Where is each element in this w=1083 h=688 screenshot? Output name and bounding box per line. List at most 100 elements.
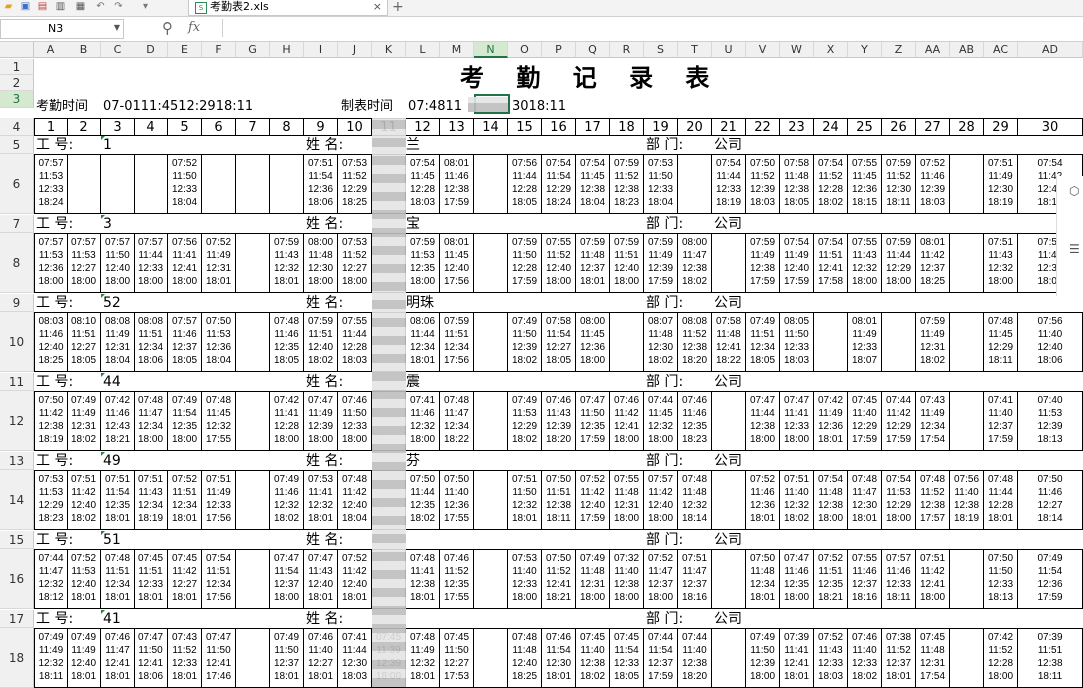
punch-cell[interactable]: 07:59 11:43 12:32 18:01 [270,233,304,293]
print-preview-icon[interactable]: ▦ [75,1,86,12]
punch-cell[interactable]: 07:42 11:49 12:36 18:01 [814,391,848,451]
punch-cell[interactable]: 07:51 11:50 12:32 18:01 [508,470,542,530]
punch-cell[interactable]: 07:50 11:48 12:34 18:01 [746,549,780,609]
column-header-l[interactable]: L [406,42,440,58]
column-header-q[interactable]: Q [576,42,610,58]
column-header-u[interactable]: U [712,42,746,58]
punch-cell[interactable]: 07:54 11:54 12:29 18:24 [542,154,576,214]
punch-cell[interactable] [474,154,508,214]
punch-cell[interactable]: 07:56 11:40 12:40 18:06 [1018,312,1083,372]
column-header-y[interactable]: Y [848,42,882,58]
punch-cell[interactable]: 07:47 11:50 12:41 18:06 [134,628,168,688]
punch-cell[interactable]: 07:48 11:45 12:32 17:55 [202,391,236,451]
row-header-8[interactable]: 8 [0,233,34,293]
punch-cell[interactable]: 07:41 11:44 12:30 18:03 [338,628,372,688]
punch-cell[interactable]: 07:44 11:45 12:32 18:00 [644,391,678,451]
punch-cell[interactable]: 07:47 11:43 12:40 18:01 [304,549,338,609]
punch-cell[interactable]: 07:49 11:50 12:39 18:00 [746,628,780,688]
punch-cell[interactable]: 07:53 11:53 12:29 18:23 [34,470,68,530]
punch-cell[interactable]: 07:48 11:47 12:34 18:22 [440,391,474,451]
punch-cell[interactable] [950,628,984,688]
punch-cell[interactable] [950,549,984,609]
select-all-corner[interactable] [0,42,34,58]
punch-cell[interactable]: 07:48 11:47 12:34 18:00 [134,391,168,451]
punch-cell[interactable]: 07:48 11:46 12:35 18:05 [270,312,304,372]
punch-cell[interactable]: 07:43 11:52 12:33 18:01 [168,628,202,688]
punch-cell[interactable]: 08:01 11:49 12:33 18:07 [848,312,882,372]
column-header-d[interactable]: D [134,42,168,58]
undo-icon[interactable]: ↶ [95,1,106,12]
punch-cell[interactable]: 07:57 11:50 12:40 18:00 [101,233,135,293]
punch-cell[interactable]: 07:59 11:50 12:28 17:59 [508,233,542,293]
punch-cell[interactable] [474,549,508,609]
punch-cell[interactable]: 07:54 11:45 12:38 18:04 [576,154,610,214]
punch-cell[interactable]: 07:50 11:46 12:27 18:14 [1018,470,1083,530]
column-header-r[interactable]: R [610,42,644,58]
formula-input[interactable] [222,19,1058,37]
row-header-13[interactable]: 13 [0,452,34,470]
punch-cell[interactable]: 07:52 11:51 12:34 18:01 [168,470,202,530]
punch-cell[interactable]: 07:52 11:46 12:36 18:01 [746,470,780,530]
punch-cell[interactable]: 08:00 11:45 12:36 18:00 [576,312,610,372]
punch-cell[interactable] [814,312,848,372]
column-header-aa[interactable]: AA [916,42,950,58]
punch-cell[interactable]: 07:57 11:42 12:40 18:00 [644,470,678,530]
row-header-2[interactable]: 2 [0,75,34,91]
punch-cell[interactable]: 07:45 11:51 12:33 18:01 [134,549,168,609]
more-icon[interactable]: ▾ [140,1,151,12]
folder-open-icon[interactable]: ▰ [3,1,14,12]
column-header-f[interactable]: F [202,42,236,58]
punch-cell[interactable]: 07:49 11:54 12:36 17:59 [1018,549,1083,609]
column-header-t[interactable]: T [678,42,712,58]
punch-cell[interactable]: 07:52 11:49 12:31 18:01 [202,233,236,293]
punch-cell[interactable]: 07:48 11:51 12:34 18:01 [101,549,135,609]
punch-cell[interactable]: 07:54 11:49 12:40 17:59 [780,233,814,293]
punch-cell[interactable]: 07:44 11:47 12:32 18:12 [34,549,68,609]
punch-cell[interactable]: 07:45 11:40 12:38 18:02 [576,628,610,688]
punch-cell[interactable]: 07:46 11:52 12:35 17:55 [440,549,474,609]
punch-cell[interactable]: 07:58 11:48 12:38 18:05 [780,154,814,214]
punch-cell[interactable]: 07:59 11:52 12:38 18:23 [610,154,644,214]
punch-cell[interactable] [882,312,916,372]
column-header-v[interactable]: V [746,42,780,58]
punch-cell[interactable]: 07:51 11:42 12:41 18:00 [916,549,950,609]
punch-cell[interactable]: 07:51 11:49 12:30 18:19 [984,154,1018,214]
column-header-ab[interactable]: AB [950,42,984,58]
column-header-o[interactable]: O [508,42,542,58]
punch-cell[interactable]: 07:48 11:49 12:32 18:01 [406,628,440,688]
chevron-down-icon[interactable]: ▼ [114,23,120,32]
punch-cell[interactable]: 07:48 11:48 12:40 18:25 [508,628,542,688]
punch-cell[interactable]: 07:55 11:52 12:40 18:00 [542,233,576,293]
row-header-14[interactable]: 14 [0,470,34,530]
punch-cell[interactable]: 07:44 11:40 12:38 18:20 [678,628,712,688]
punch-cell[interactable]: 07:47 11:44 12:38 18:00 [746,391,780,451]
new-tab-icon[interactable]: + [392,0,404,14]
column-header-x[interactable]: X [814,42,848,58]
punch-cell[interactable]: 07:59 11:49 12:31 18:02 [916,312,950,372]
punch-cell[interactable]: 07:54 11:45 12:28 18:03 [406,154,440,214]
punch-cell[interactable] [236,233,270,293]
punch-cell[interactable]: 07:44 11:42 12:29 17:59 [882,391,916,451]
column-header-p[interactable]: P [542,42,576,58]
punch-cell[interactable]: 08:01 11:46 12:38 17:59 [440,154,474,214]
punch-cell[interactable]: 07:44 11:54 12:37 17:59 [644,628,678,688]
punch-cell[interactable]: 08:01 11:42 12:37 18:25 [916,233,950,293]
punch-cell[interactable]: 07:47 11:50 12:41 17:46 [202,628,236,688]
punch-cell[interactable]: 07:52 11:53 12:40 18:01 [67,549,101,609]
punch-cell[interactable]: 07:51 11:47 12:37 18:16 [678,549,712,609]
punch-cell[interactable]: 07:51 11:42 12:40 18:02 [67,470,101,530]
punch-cell[interactable]: 07:42 11:52 12:28 18:00 [984,628,1018,688]
punch-cell[interactable]: 07:52 11:42 12:40 17:59 [576,470,610,530]
punch-cell[interactable]: 08:08 11:49 12:31 18:04 [101,312,135,372]
punch-cell[interactable] [678,154,712,214]
punch-cell[interactable]: 07:53 11:50 12:33 18:04 [644,154,678,214]
punch-cell[interactable]: 07:45 11:50 12:27 17:53 [440,628,474,688]
row-header-4[interactable]: 4 [0,118,34,136]
column-header-a[interactable]: A [34,42,68,58]
punch-cell[interactable] [134,154,168,214]
column-header-c[interactable]: C [101,42,135,58]
punch-cell[interactable]: 07:45 11:48 12:31 17:54 [916,628,950,688]
punch-cell[interactable]: 07:51 11:40 12:32 18:02 [780,470,814,530]
punch-cell[interactable] [950,312,984,372]
punch-cell[interactable]: 07:50 11:42 12:38 18:19 [34,391,68,451]
